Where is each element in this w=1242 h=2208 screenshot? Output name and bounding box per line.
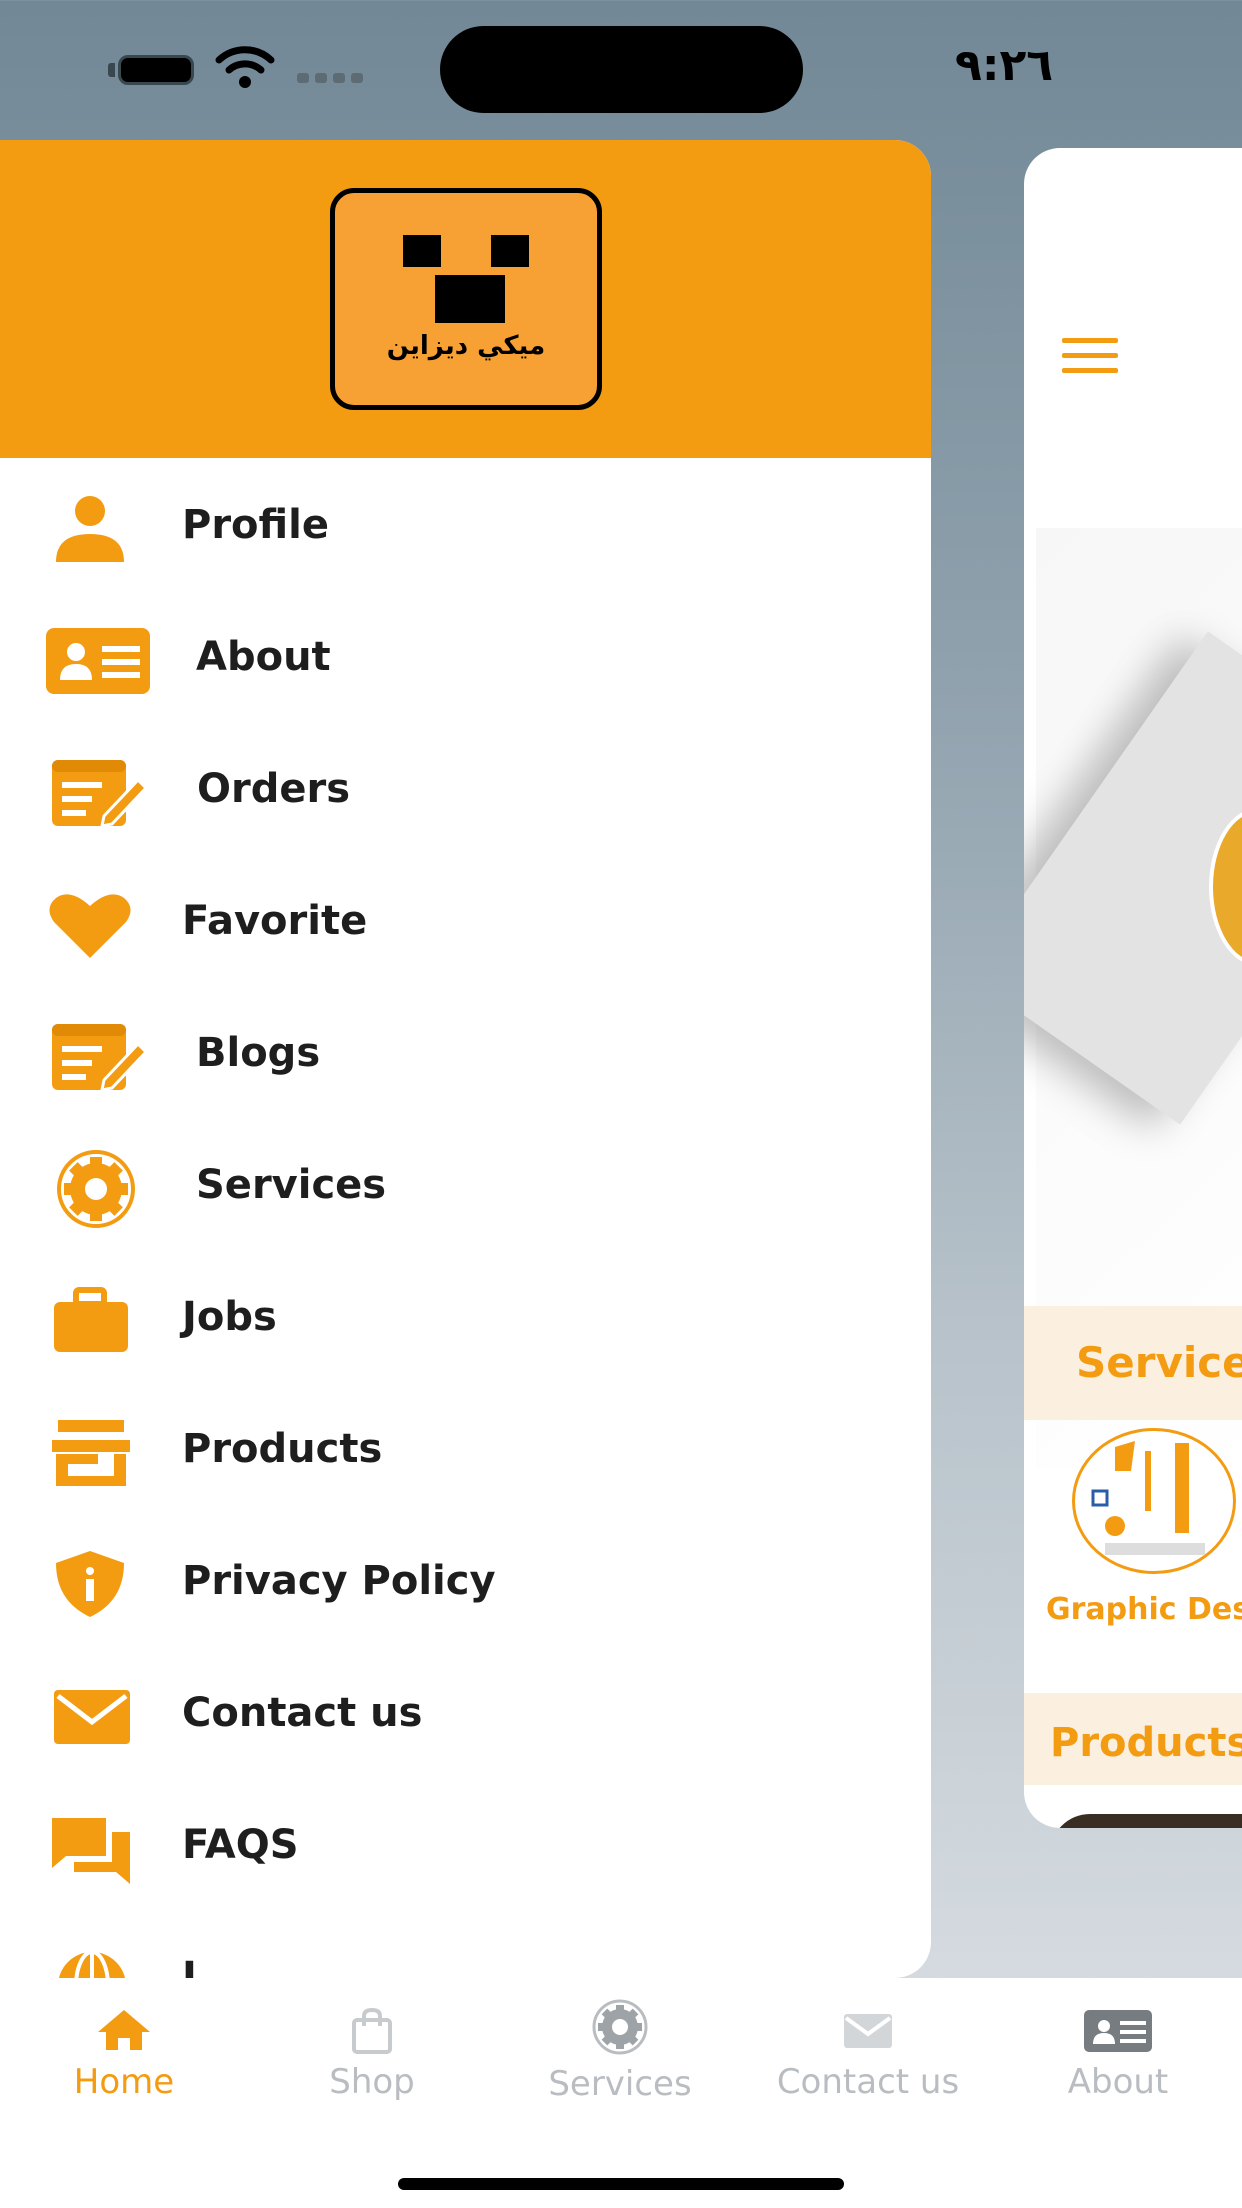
side-drawer: ميكي ديزاين Profile About Orders Favorit…: [0, 140, 931, 1978]
logo-text: ميكي ديزاين: [386, 331, 546, 361]
heart-icon: [49, 894, 131, 958]
graphic-design-label[interactable]: Graphic Desig: [1046, 1592, 1242, 1627]
drawer-item-label: About: [196, 634, 331, 680]
drawer-item-blogs[interactable]: Blogs: [0, 986, 931, 1118]
drawer-item-label: Orders: [197, 766, 351, 812]
drawer-item-label: Blogs: [196, 1030, 321, 1076]
briefcase-icon: [54, 1287, 128, 1352]
tab-label: Services: [548, 2064, 692, 2104]
drawer-item-label: Contact us: [182, 1690, 423, 1736]
drawer-item-language[interactable]: L: [0, 1910, 931, 1978]
tab-label: About: [1067, 2062, 1169, 2102]
drawer-item-faqs[interactable]: FAQS: [0, 1778, 931, 1910]
edit-list-icon: [52, 760, 149, 828]
tab-label: Home: [73, 2062, 175, 2102]
tab-home[interactable]: Home: [0, 2006, 248, 2136]
store-icon: [52, 1420, 130, 1486]
id-card-icon: [46, 628, 150, 694]
edit-list-icon: [52, 1024, 149, 1092]
drawer-item-favorite[interactable]: Favorite: [0, 854, 931, 986]
mail-icon: [844, 2014, 892, 2048]
gear-icon: [592, 1999, 648, 2055]
tab-shop[interactable]: Shop: [248, 2006, 496, 2136]
drawer-item-label: Profile: [182, 502, 330, 548]
tab-contact-us[interactable]: Contact us: [744, 2006, 992, 2136]
drawer-item-label: Jobs: [182, 1294, 277, 1340]
chat-icon: [52, 1818, 130, 1884]
drawer-item-label: Products: [182, 1426, 383, 1472]
drawer-header: ميكي ديزاين: [0, 140, 931, 458]
hamburger-menu-icon[interactable]: [1062, 338, 1118, 374]
drawer-item-label: L: [182, 1954, 208, 1978]
drawer-item-contact-us[interactable]: Contact us: [0, 1646, 931, 1778]
drawer-item-privacy-policy[interactable]: Privacy Policy: [0, 1514, 931, 1646]
drawer-item-profile[interactable]: Profile: [0, 458, 931, 590]
graphic-design-icon[interactable]: [1072, 1428, 1236, 1574]
bag-icon: [352, 2007, 392, 2054]
home-indicator[interactable]: [398, 2178, 844, 2190]
id-card-icon: [1084, 2010, 1152, 2052]
products-section-title: Products: [1050, 1720, 1242, 1766]
drawer-item-services[interactable]: Services: [0, 1118, 931, 1250]
product-image[interactable]: [1050, 1814, 1242, 1828]
status-time: ٩:٢٦: [955, 40, 1054, 91]
app-logo: ميكي ديزاين: [330, 188, 602, 410]
gear-icon: [57, 1150, 135, 1228]
shield-icon: [56, 1551, 124, 1617]
dynamic-island: [440, 26, 803, 113]
services-section-title: Service: [1076, 1338, 1242, 1387]
drawer-item-jobs[interactable]: Jobs: [0, 1250, 931, 1382]
globe-icon: [58, 1950, 126, 1978]
drawer-item-label: Services: [196, 1162, 387, 1208]
home-icon: [98, 2010, 150, 2050]
mail-icon: [54, 1690, 130, 1744]
tab-label: Shop: [329, 2062, 415, 2102]
tab-about[interactable]: About: [994, 2006, 1242, 2136]
drawer-item-label: FAQS: [182, 1822, 299, 1868]
drawer-item-label: Privacy Policy: [182, 1558, 496, 1604]
cellular-signal-icon: [297, 73, 363, 83]
tab-services[interactable]: Services: [496, 1999, 744, 2136]
battery-icon: [118, 55, 194, 85]
drawer-item-about[interactable]: About: [0, 590, 931, 722]
home-page-card[interactable]: Service Graphic Desig Products: [1024, 148, 1242, 1828]
battery-cap: [108, 63, 115, 77]
tab-label: Contact us: [776, 2062, 960, 2102]
status-bar: ٩:٢٦: [0, 0, 1242, 140]
wifi-icon: [215, 46, 275, 88]
drawer-item-label: Favorite: [182, 898, 368, 944]
person-icon: [56, 496, 124, 562]
bottom-tab-bar: Home Shop Services Contact us About: [0, 1978, 1242, 2208]
drawer-item-products[interactable]: Products: [0, 1382, 931, 1514]
drawer-item-orders[interactable]: Orders: [0, 722, 931, 854]
